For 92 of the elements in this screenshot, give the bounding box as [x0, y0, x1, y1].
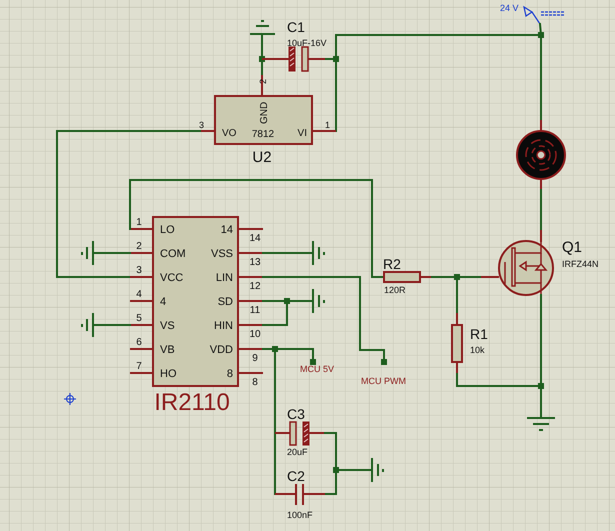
pin-number: 6 — [136, 337, 142, 348]
crosshair-icon — [64, 392, 76, 406]
wire — [93, 252, 131, 254]
component-label: C2 — [287, 468, 305, 484]
ground-symbol — [527, 417, 555, 431]
capacitor-symbol — [275, 421, 325, 446]
pin-line — [238, 372, 263, 374]
resistor-symbol — [383, 271, 432, 283]
pin-name: HO — [160, 368, 176, 380]
ground-symbol — [81, 313, 94, 337]
pin-name: VSS — [210, 248, 233, 260]
pin-line — [540, 120, 542, 131]
pin-line — [540, 179, 542, 190]
pin-name: LIN — [216, 272, 233, 284]
pin-line — [238, 300, 263, 302]
component-label: Q1 — [562, 239, 582, 256]
component-label: U2 — [252, 149, 272, 166]
pin-line — [130, 348, 153, 350]
pin-number: 3 — [199, 120, 204, 130]
component-value: IRFZ44N — [562, 259, 599, 269]
pin-line — [200, 130, 215, 132]
motor-symbol — [516, 130, 566, 180]
wire — [540, 189, 542, 231]
component-label: R2 — [383, 256, 401, 272]
ground-symbol — [312, 289, 325, 313]
component-value: 10uF-16V — [287, 38, 327, 48]
pin-line — [238, 252, 263, 254]
pin-number: 9 — [252, 353, 258, 364]
pin-line — [130, 252, 153, 254]
wire — [93, 324, 131, 326]
net-label: MCU 5V — [300, 364, 334, 374]
pin-number: 13 — [249, 257, 261, 268]
pin-line — [130, 300, 153, 302]
pin-line — [130, 324, 153, 326]
pin-name: HIN — [214, 320, 233, 332]
pin-line — [261, 75, 263, 96]
pin-number: 10 — [249, 329, 261, 340]
pin-line — [238, 228, 263, 230]
pin-line — [540, 230, 542, 242]
ground-symbol — [250, 20, 275, 35]
pin-line — [238, 324, 263, 326]
component-value: 120R — [384, 285, 406, 295]
pin-number: 14 — [249, 233, 261, 244]
ground-symbol — [312, 241, 325, 265]
pin-number: 7 — [136, 361, 142, 372]
pin-name: VDD — [210, 344, 233, 356]
component-value: 20uF — [287, 447, 308, 457]
pin-number: 3 — [136, 265, 142, 276]
wire — [262, 252, 314, 254]
pin-number: 12 — [249, 281, 261, 292]
pin-line — [238, 348, 263, 350]
capacitor-symbol — [262, 46, 325, 72]
pin-number: 8 — [252, 377, 258, 388]
component-label: IR2110 — [154, 389, 230, 416]
part-number: 7812 — [252, 129, 274, 140]
component-label: C3 — [287, 406, 305, 422]
capacitor-symbol — [275, 484, 325, 505]
pin-name: VO — [222, 128, 236, 139]
pin-line — [130, 372, 153, 374]
pin-name: 4 — [160, 296, 166, 308]
ground-symbol — [81, 241, 94, 265]
pin-number: 2 — [136, 241, 142, 252]
pin-line — [130, 276, 153, 278]
pin-name: 14 — [220, 224, 233, 236]
pin-number: 5 — [136, 313, 142, 324]
pin-name: VS — [160, 320, 175, 332]
pin-number: 4 — [136, 289, 142, 300]
pin-name: 8 — [226, 368, 233, 380]
pin-line — [130, 228, 153, 230]
supply-label: 24 V — [500, 3, 519, 13]
pin-name: VI — [298, 128, 307, 139]
wire — [261, 33, 263, 76]
component-value: 100nF — [287, 510, 313, 520]
pin-name: SD — [218, 296, 233, 308]
component-label: R1 — [470, 326, 488, 342]
pin-number: 2 — [258, 78, 268, 84]
pin-name: GND — [259, 102, 270, 124]
component-value: 10k — [470, 345, 485, 355]
ground-symbol — [371, 458, 384, 482]
pin-line — [238, 276, 263, 278]
pin-number: 1 — [136, 217, 142, 228]
pin-name: COM — [160, 248, 186, 260]
pin-name: LO — [160, 224, 175, 236]
pin-name: VCC — [160, 272, 184, 284]
power-terminal-icon — [523, 6, 565, 24]
pin-number: 1 — [325, 120, 330, 130]
pin-line — [312, 130, 336, 132]
pin-number: 11 — [250, 305, 260, 316]
pin-name: VB — [160, 344, 175, 356]
component-label: C1 — [287, 19, 305, 35]
net-label: MCU PWM — [361, 376, 406, 386]
resistor-symbol — [451, 313, 463, 374]
